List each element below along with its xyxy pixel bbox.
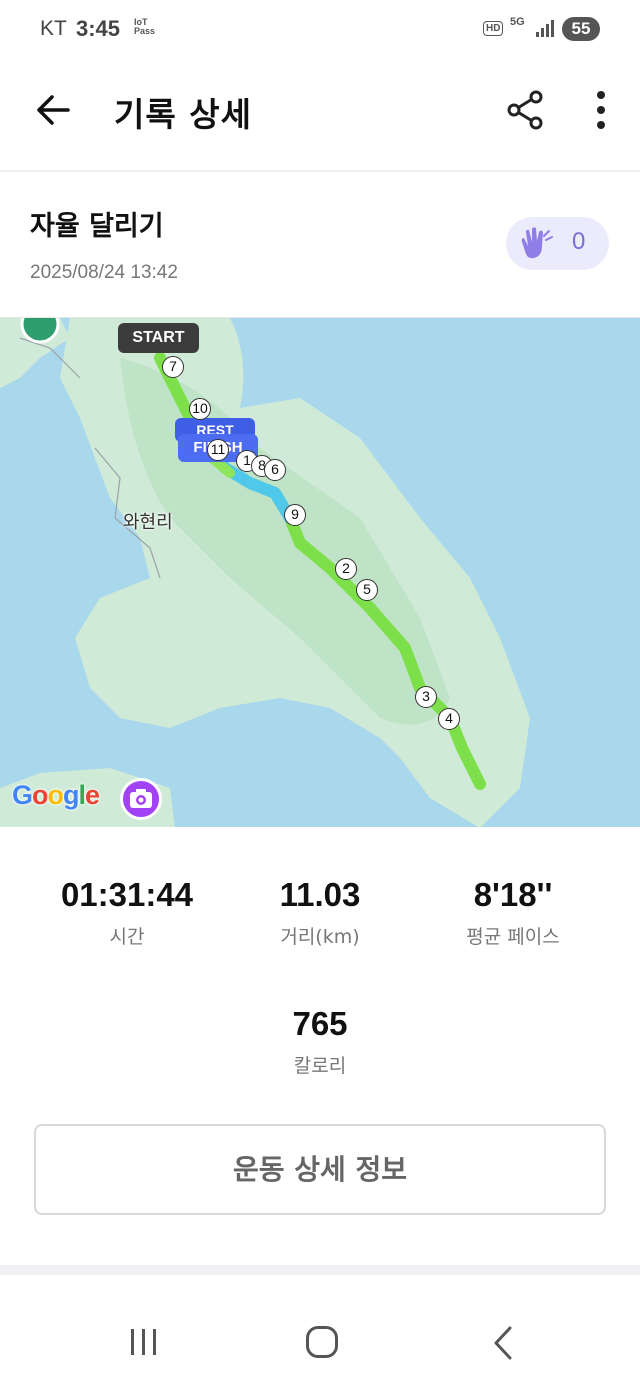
distance-label: 거리(km) [280, 926, 360, 948]
pace-value: 8'18'' [473, 876, 553, 913]
stat-distance: 11.03 거리(km) [220, 876, 420, 949]
add-photo-icon[interactable] [120, 778, 162, 820]
google-letter: g [63, 780, 79, 810]
google-letter: e [85, 780, 100, 810]
place-label: 와현리 [123, 512, 173, 533]
clock: 3:45 [76, 16, 121, 41]
km-marker-4[interactable]: 4 [438, 708, 460, 730]
poi-marker [20, 318, 60, 344]
time-value: 01:31:44 [60, 876, 194, 913]
route-map[interactable]: 와현리 START REST FINISH 7 10 11 1 8 6 9 2 … [0, 317, 640, 827]
home-icon[interactable] [306, 1326, 338, 1358]
google-letter: o [32, 780, 48, 810]
google-letter: G [12, 780, 33, 810]
camera-glyph [130, 789, 152, 808]
start-marker[interactable]: START [118, 323, 199, 353]
stat-time: 01:31:44 시간 [27, 876, 227, 949]
app-header: 기록 상세 [0, 60, 640, 172]
arrow-left-icon[interactable] [32, 88, 76, 132]
section-divider [0, 1265, 640, 1275]
distance-value: 11.03 [279, 876, 361, 913]
km-marker-11[interactable]: 11 [207, 439, 229, 461]
km-marker-2[interactable]: 2 [335, 558, 357, 580]
recent-apps-icon[interactable] [128, 1327, 160, 1357]
km-marker-7[interactable]: 7 [162, 356, 184, 378]
pass-text: Pass [134, 26, 156, 36]
km-marker-9[interactable]: 9 [284, 504, 306, 526]
clap-count: 0 [572, 228, 586, 255]
km-marker-3[interactable]: 3 [415, 686, 437, 708]
signal-icon [536, 20, 554, 37]
km-marker-10[interactable]: 10 [189, 398, 211, 420]
map-terrain [0, 318, 530, 827]
calories-label: 칼로리 [293, 1055, 347, 1077]
stat-pace: 8'18'' 평균 페이스 [413, 876, 613, 949]
network-type-icon: 5G [510, 16, 525, 28]
carrier-label: KT [40, 17, 67, 40]
status-bar: KT 3:45 IoT Pass HD 5G 55 [0, 0, 640, 60]
pace-label: 평균 페이스 [466, 926, 560, 948]
share-icon[interactable] [504, 88, 548, 132]
more-vertical-icon[interactable] [584, 88, 618, 132]
hd-voice-icon: HD [483, 21, 504, 36]
nav-back-icon[interactable] [490, 1325, 516, 1361]
stat-calories: 765 칼로리 [220, 1005, 420, 1078]
record-date: 2025/08/24 13:42 [30, 262, 178, 283]
time-label: 시간 [109, 926, 145, 948]
iot-pass-icon: IoT Pass [134, 18, 155, 36]
clapping-hands-icon [521, 227, 553, 259]
clap-button[interactable]: 0 [506, 217, 609, 270]
record-title: 자율 달리기 [30, 211, 164, 242]
google-letter: o [47, 780, 64, 810]
battery-icon: 55 [562, 17, 600, 41]
km-marker-6[interactable]: 6 [264, 459, 286, 481]
google-logo: Google [12, 780, 100, 811]
system-nav-bar [0, 1275, 640, 1387]
workout-detail-button[interactable]: 운동 상세 정보 [34, 1124, 606, 1215]
page-title: 기록 상세 [114, 95, 252, 134]
km-marker-5[interactable]: 5 [356, 579, 378, 601]
calories-value: 765 [292, 1005, 348, 1042]
